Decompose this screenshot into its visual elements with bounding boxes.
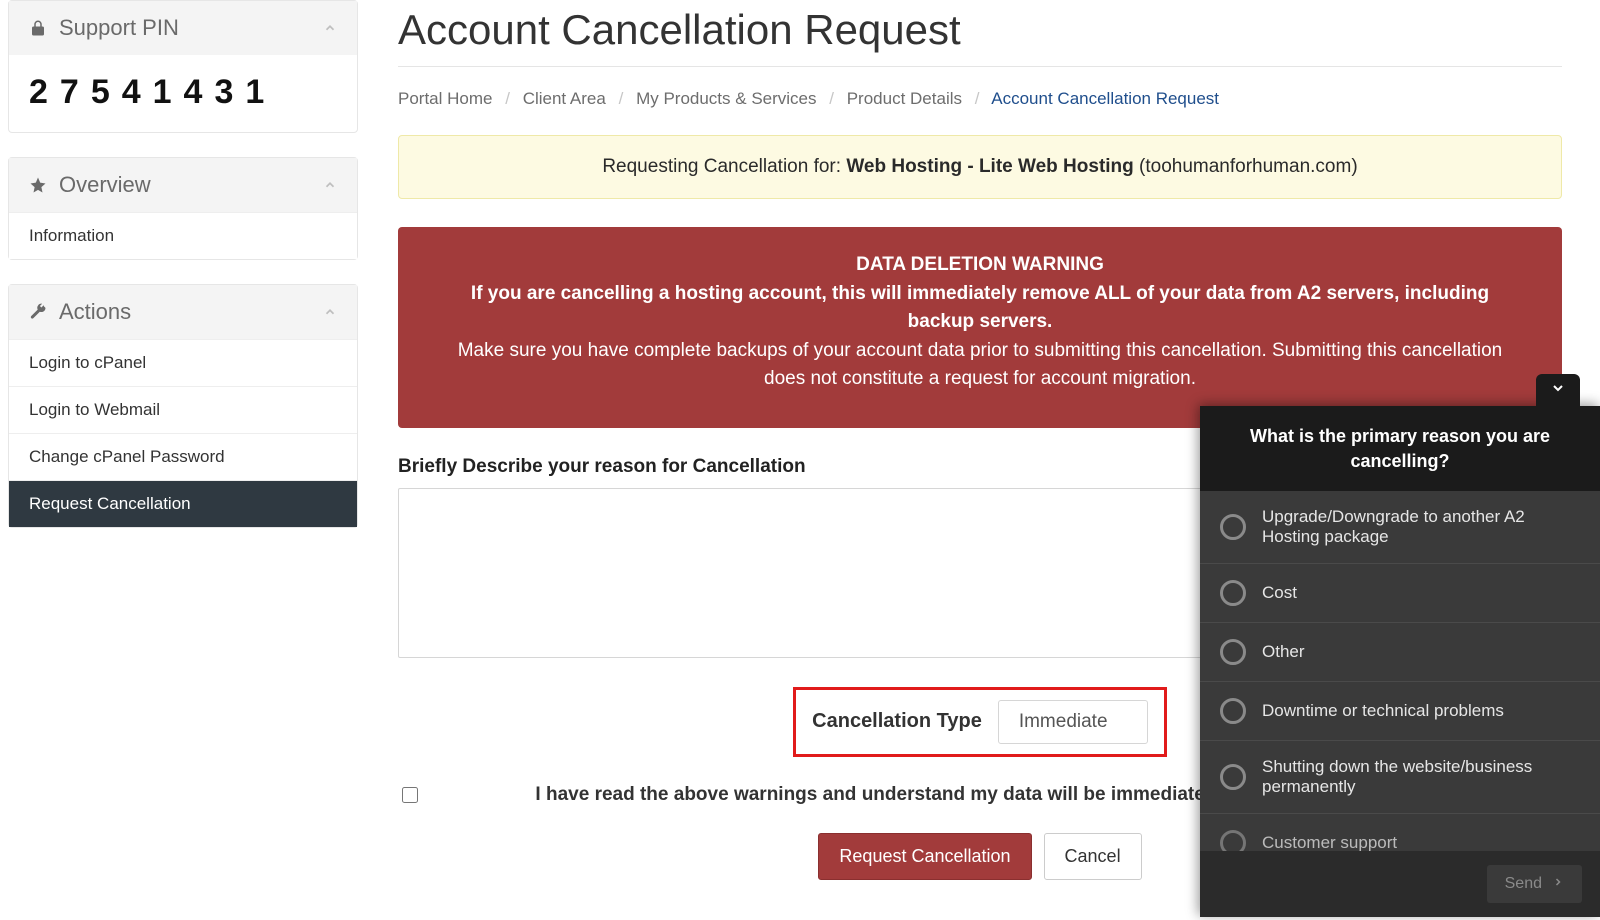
sidebar-item-login-webmail[interactable]: Login to Webmail (9, 386, 357, 433)
data-deletion-warning: DATA DELETION WARNING If you are cancell… (398, 227, 1562, 428)
survey-option-label: Upgrade/Downgrade to another A2 Hosting … (1262, 507, 1580, 547)
warning-line-2: Make sure you have complete backups of y… (458, 340, 1503, 390)
request-cancellation-button[interactable]: Request Cancellation (818, 833, 1031, 880)
radio-icon (1220, 830, 1246, 851)
overview-panel: Overview Information (8, 157, 358, 260)
survey-header: What is the primary reason you are cance… (1200, 406, 1600, 491)
survey-option[interactable]: Upgrade/Downgrade to another A2 Hosting … (1200, 491, 1600, 564)
radio-icon (1220, 639, 1246, 665)
lock-icon (29, 19, 47, 37)
support-pin-panel: Support PIN 27541431 (8, 0, 358, 133)
radio-icon (1220, 698, 1246, 724)
survey-option[interactable]: Downtime or technical problems (1200, 682, 1600, 741)
actions-header[interactable]: Actions (9, 285, 357, 339)
survey-option[interactable]: Shutting down the website/business perma… (1200, 741, 1600, 814)
alert-product: Web Hosting - Lite Web Hosting (846, 156, 1133, 177)
support-pin-title: Support PIN (59, 15, 179, 41)
breadcrumb: Portal Home / Client Area / My Products … (398, 67, 1562, 135)
breadcrumb-separator: / (821, 89, 842, 108)
warning-title: DATA DELETION WARNING (438, 251, 1522, 280)
survey-option[interactable]: Cost (1200, 564, 1600, 623)
survey-option[interactable]: Customer support (1200, 814, 1600, 851)
page-title: Account Cancellation Request (398, 0, 1562, 67)
support-pin-header[interactable]: Support PIN (9, 1, 357, 55)
breadcrumb-item[interactable]: Product Details (847, 89, 962, 108)
cancellation-type-highlight: Cancellation Type Immediate (793, 687, 1167, 757)
breadcrumb-item[interactable]: Portal Home (398, 89, 492, 108)
breadcrumb-separator: / (967, 89, 988, 108)
sidebar: Support PIN 27541431 Overview Informatio… (8, 0, 368, 920)
survey-option-label: Cost (1262, 583, 1297, 603)
breadcrumb-current: Account Cancellation Request (991, 89, 1219, 108)
breadcrumb-separator: / (497, 89, 518, 108)
overview-header[interactable]: Overview (9, 158, 357, 212)
survey-popup: What is the primary reason you are cance… (1200, 406, 1600, 917)
wrench-icon (29, 303, 47, 321)
radio-icon (1220, 764, 1246, 790)
requesting-cancellation-alert: Requesting Cancellation for: Web Hosting… (398, 135, 1562, 199)
sidebar-item-request-cancellation[interactable]: Request Cancellation (9, 480, 357, 527)
sidebar-item-login-cpanel[interactable]: Login to cPanel (9, 339, 357, 386)
breadcrumb-item[interactable]: My Products & Services (636, 89, 816, 108)
alert-domain: (toohumanforhuman.com) (1134, 156, 1358, 177)
cancellation-type-label: Cancellation Type (812, 710, 982, 733)
chevron-down-icon (1550, 380, 1566, 401)
survey-option-label: Other (1262, 642, 1305, 662)
send-label: Send (1505, 875, 1542, 893)
sidebar-item-information[interactable]: Information (9, 212, 357, 259)
survey-option[interactable]: Other (1200, 623, 1600, 682)
actions-title: Actions (59, 299, 131, 325)
chevron-up-icon (323, 172, 337, 198)
survey-footer: Send (1200, 851, 1600, 917)
chevron-up-icon (323, 299, 337, 325)
cancellation-type-select[interactable]: Immediate (998, 700, 1148, 744)
survey-option-label: Downtime or technical problems (1262, 701, 1504, 721)
consent-checkbox[interactable] (402, 787, 418, 803)
overview-title: Overview (59, 172, 151, 198)
radio-icon (1220, 580, 1246, 606)
chevron-right-icon (1552, 875, 1564, 893)
survey-send-button[interactable]: Send (1487, 865, 1582, 903)
warning-line-1: If you are cancelling a hosting account,… (438, 280, 1522, 337)
star-icon (29, 176, 47, 194)
sidebar-item-change-password[interactable]: Change cPanel Password (9, 433, 357, 480)
radio-icon (1220, 514, 1246, 540)
survey-options-list[interactable]: Upgrade/Downgrade to another A2 Hosting … (1200, 491, 1600, 851)
breadcrumb-item[interactable]: Client Area (523, 89, 606, 108)
support-pin-value: 27541431 (9, 55, 357, 132)
cancel-button[interactable]: Cancel (1044, 833, 1142, 880)
breadcrumb-separator: / (611, 89, 632, 108)
chevron-up-icon (323, 15, 337, 41)
survey-option-label: Shutting down the website/business perma… (1262, 757, 1580, 797)
survey-option-label: Customer support (1262, 833, 1397, 851)
actions-panel: Actions Login to cPanel Login to Webmail… (8, 284, 358, 528)
survey-collapse-tab[interactable] (1536, 374, 1580, 406)
alert-prefix: Requesting Cancellation for: (602, 156, 846, 177)
